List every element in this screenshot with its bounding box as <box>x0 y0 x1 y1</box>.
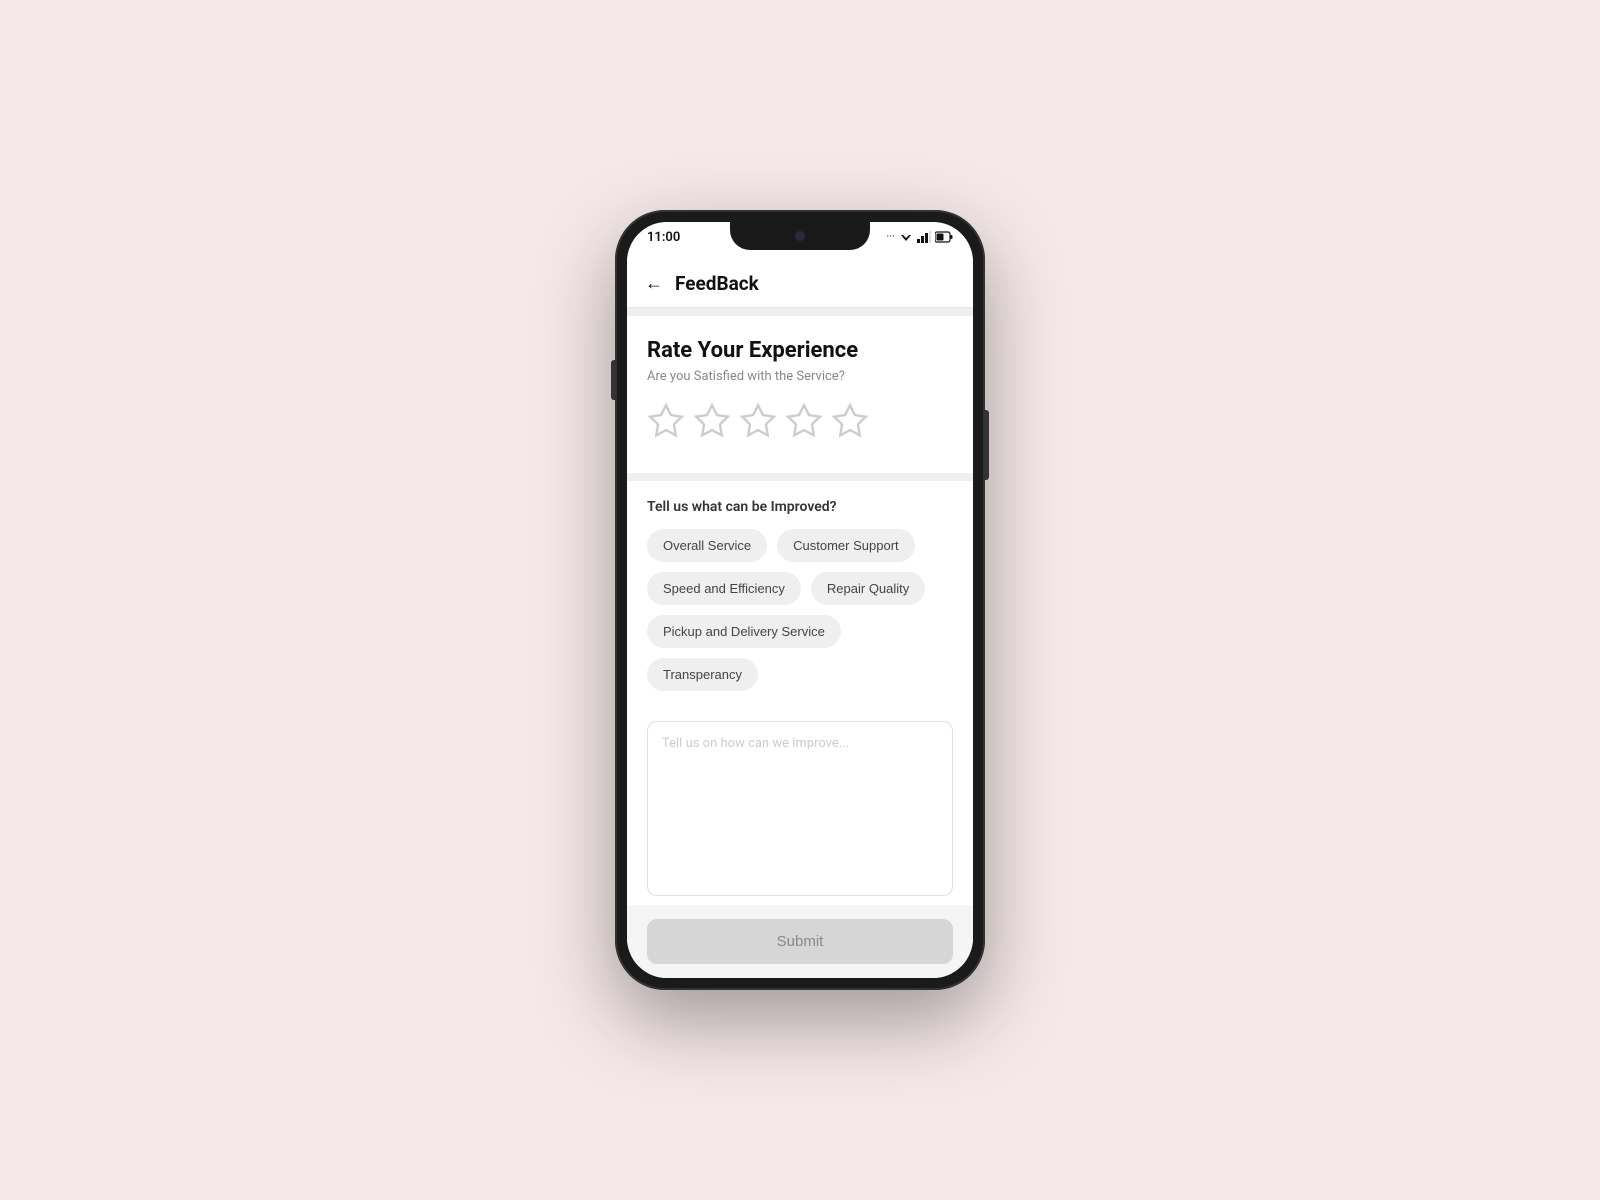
improve-section: Tell us what can be Improved? Overall Se… <box>627 481 973 709</box>
mid-divider <box>627 473 973 481</box>
star-1[interactable] <box>647 402 685 447</box>
star-4[interactable] <box>785 402 823 447</box>
scroll-content: Rate Your Experience Are you Satisfied w… <box>627 308 973 905</box>
feedback-textarea[interactable] <box>647 721 953 896</box>
phone-frame: 11:00 ··· <box>615 210 985 990</box>
power-button <box>985 410 989 480</box>
improve-title: Tell us what can be Improved? <box>647 499 953 515</box>
status-time: 11:00 <box>647 230 680 245</box>
chip-repair-quality[interactable]: Repair Quality <box>811 572 925 605</box>
rate-section: Rate Your Experience Are you Satisfied w… <box>627 316 973 473</box>
submit-button[interactable]: Submit <box>647 919 953 964</box>
star-5[interactable] <box>831 402 869 447</box>
back-button[interactable]: ← <box>645 273 663 294</box>
chip-speed-efficiency[interactable]: Speed and Efficiency <box>647 572 801 605</box>
status-icons: ··· <box>886 230 953 243</box>
rate-subtitle: Are you Satisfied with the Service? <box>647 369 953 384</box>
chip-transperancy[interactable]: Transperancy <box>647 658 758 691</box>
wifi-icon <box>899 231 913 243</box>
rate-title: Rate Your Experience <box>647 338 953 363</box>
star-2[interactable] <box>693 402 731 447</box>
camera-dot <box>795 231 805 241</box>
chips-container: Overall Service Customer Support Speed a… <box>647 529 953 691</box>
battery-icon <box>935 231 953 243</box>
top-divider <box>627 308 973 316</box>
bottom-area: Submit <box>627 905 973 978</box>
star-3[interactable] <box>739 402 777 447</box>
phone-screen: 11:00 ··· <box>627 222 973 978</box>
signal-icon <box>917 231 931 243</box>
textarea-section <box>627 709 973 905</box>
top-bar: ← FeedBack <box>627 262 973 308</box>
chip-customer-support[interactable]: Customer Support <box>777 529 915 562</box>
stars-row <box>647 402 953 447</box>
volume-button <box>611 360 615 400</box>
page-title: FeedBack <box>675 272 759 295</box>
chip-overall-service[interactable]: Overall Service <box>647 529 767 562</box>
notch <box>730 222 870 250</box>
chip-pickup-delivery[interactable]: Pickup and Delivery Service <box>647 615 841 648</box>
dots-icon: ··· <box>886 230 895 243</box>
